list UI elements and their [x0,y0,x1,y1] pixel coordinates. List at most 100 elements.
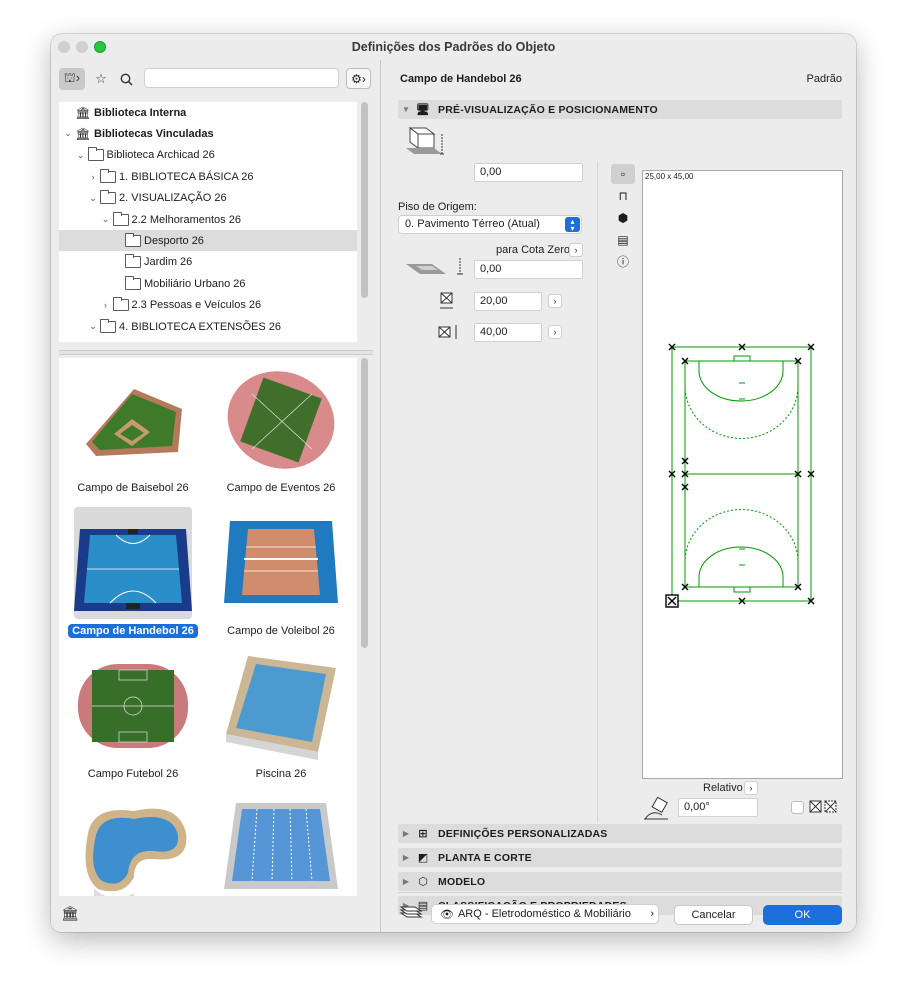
tree-item[interactable]: ⌄ 2.2 Melhoramentos 26 [59,209,357,230]
layer-select[interactable]: 👁 ARQ - Eletrodoméstico & Mobiliário › [431,904,659,924]
object-tile[interactable] [59,787,207,896]
tree-item[interactable]: › 1. BIBLIOTECA BÁSICA 26 [59,166,357,187]
mirror-checkbox[interactable] [791,801,804,814]
tree-item[interactable]: ⌄ Biblioteca Archicad 26 [59,145,357,166]
folder-icon [112,211,129,226]
chevron-right-icon: › [553,296,557,306]
chevron-down-icon[interactable]: ⌄ [88,193,98,204]
depth-arrow-button[interactable]: › [548,325,562,339]
chevron-down-icon[interactable]: ⌄ [88,321,98,332]
tree-item[interactable]: Desporto 26 [59,230,357,252]
depth-field[interactable]: 40,00 [474,323,542,342]
library-manager-icon: 🏛 [61,905,79,921]
library-tree: 🏛 Biblioteca Interna ⌄ 🏛 Bibliotecas Vincula… [59,102,357,342]
object-tile[interactable]: Campo de Eventos 26 [207,358,355,501]
chevron-right-icon[interactable]: › [101,300,111,310]
layer-icon [399,906,423,918]
side-view-button[interactable]: ⊓ [611,186,635,206]
width-field[interactable]: 20,00 [474,292,542,311]
object-tile[interactable] [207,787,355,896]
rotation-angle-icon [644,797,668,820]
vertical-divider [597,162,598,822]
home-story-select[interactable]: 0. Pavimento Térreo (Atual) ▴ ▾ [398,215,582,234]
folder-icon [100,190,116,205]
tree-item-label: Bibliotecas Vinculadas [94,127,214,140]
relative-arrow-button[interactable]: › [744,781,758,795]
zoom-window-button[interactable] [94,41,106,53]
library-manager-button[interactable]: 🏛 [61,905,87,925]
object-tile[interactable]: Campo Futebol 26 [59,644,207,787]
tree-item[interactable]: ⌄ 🏛 Bibliotecas Vinculadas [59,123,357,144]
tree-item-label: Biblioteca Interna [94,106,187,119]
tree-scrollbar[interactable] [361,102,368,298]
object-thumbnail-grid: Campo de Baisebol 26 Campo de Eventos 26 C… [59,358,357,896]
tree-item-label: Mobiliário Urbano 26 [144,277,246,290]
tree-item[interactable]: Jardim 26 [59,252,357,273]
panel-splitter[interactable] [59,350,373,355]
zero-elevation-field[interactable]: 0,00 [474,260,583,279]
library-browse-button[interactable]: ⛫› [59,68,85,90]
folder-icon [100,168,116,183]
title-bar: Definições dos Padrões do Objeto [51,34,856,60]
folder-icon [125,275,141,290]
rotation-angle-field[interactable]: 0,00° [678,798,758,817]
tree-item-label: Desporto 26 [144,234,204,247]
object-thumbnail-pool-lanes [222,793,340,896]
square-icon: ▫ [620,167,626,181]
section-plan-section[interactable]: ▶ ◩ PLANTA E CORTE [398,848,842,867]
section-preview-header[interactable]: ▼ 🖥 PRÉ-VISUALIZAÇÃO E POSICIONAMENTO [398,100,842,119]
section-custom-settings[interactable]: ▶ ⊞ DEFINIÇÕES PERSONALIZADAS [398,824,842,843]
object-thumbnail-pool [222,650,340,762]
section-preview-title: PRÉ-VISUALIZAÇÃO E POSICIONAMENTO [438,103,658,116]
close-window-button[interactable] [58,41,70,53]
object-tile[interactable]: Campo de Handebol 26 [59,501,207,644]
list-icon: ▤ [617,233,629,247]
chevron-down-icon[interactable]: ⌄ [76,150,86,161]
object-thumbnail-football [74,650,192,762]
info-button[interactable]: ⓘ [611,252,635,272]
favorites-button[interactable]: ☆ [91,68,111,90]
width-arrow-button[interactable]: › [548,294,562,308]
plan-preview: 25,00 x 45,00 [642,170,843,779]
library-settings-button[interactable]: ⚙› [346,68,371,89]
grid-scrollbar[interactable] [361,358,368,648]
tree-item[interactable]: ⌄ 2. VISUALIZAÇÃO 26 [59,188,357,209]
ok-button[interactable]: OK [763,905,842,925]
folder-icon [100,318,116,333]
list-view-button[interactable]: ▤ [611,230,635,250]
object-label: Campo Futebol 26 [87,768,179,780]
tree-item-label: 2. VISUALIZAÇÃO 26 [119,192,227,205]
3d-view-button[interactable]: ⬢ [611,208,635,228]
preview-section-icon: 🖥 [415,104,431,116]
section-model[interactable]: ▶ ⬡ MODELO [398,872,842,891]
elevation-field[interactable]: 0,00 [474,163,583,182]
chevron-down-icon[interactable]: ⌄ [101,214,111,225]
home-story-value: 0. Pavimento Térreo (Atual) [405,218,540,230]
search-input[interactable] [144,68,339,88]
chevron-right-icon: › [574,245,578,255]
tree-item[interactable]: 🏛 Biblioteca Interna [59,102,357,123]
object-tile[interactable]: Campo de Baisebol 26 [59,358,207,501]
object-tile[interactable]: Campo de Voleibol 26 [207,501,355,644]
tree-item-label: Jardim 26 [144,256,193,269]
to-zero-arrow-button[interactable]: › [569,243,583,257]
handball-court-plan [665,343,815,608]
custom-settings-icon: ⊞ [418,828,428,840]
library-icon: 🏛 [75,105,91,120]
cancel-button[interactable]: Cancelar [674,905,753,925]
tree-item[interactable]: ⌄ 4. BIBLIOTECA EXTENSÕES 26 [59,316,357,337]
chevron-down-icon[interactable]: ⌄ [63,128,73,139]
minimize-window-button[interactable] [76,41,88,53]
folder-icon [125,254,141,269]
standard-label: Padrão [806,73,842,85]
search-icon [120,73,133,86]
plan-view-button[interactable]: ▫ [611,164,635,184]
object-label: Campo de Handebol 26 [68,624,198,638]
search-button[interactable] [116,68,136,90]
chevron-right-icon[interactable]: › [88,172,98,182]
tree-item[interactable]: Mobiliário Urbano 26 [59,273,357,294]
chevron-updown-icon: ▴ ▾ [565,217,580,233]
tree-item[interactable]: › 2.3 Pessoas e Veículos 26 [59,295,357,316]
elevation-icon [406,127,444,155]
object-tile[interactable]: Piscina 26 [207,644,355,787]
